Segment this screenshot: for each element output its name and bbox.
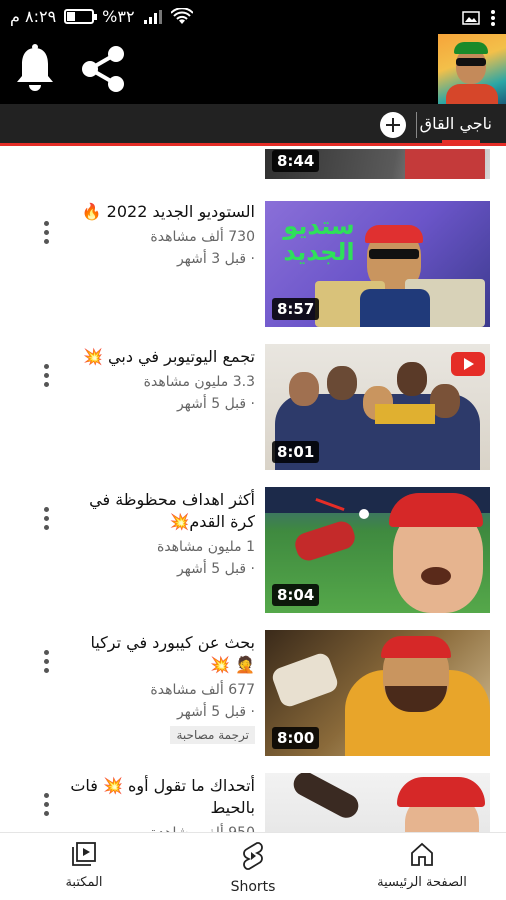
- overflow-menu-icon[interactable]: [490, 9, 496, 27]
- status-time: ٨:٢٩ م: [10, 7, 57, 26]
- signal-icon: [143, 9, 162, 24]
- video-info[interactable]: بحث عن كيبورد في تركيا 🤦 💥 677 ألف مشاهد…: [70, 632, 255, 744]
- video-views: 950 ألف مشاهدة: [70, 822, 255, 832]
- avatar-glasses: [456, 58, 486, 66]
- avatar-cap: [454, 42, 488, 54]
- video-info[interactable]: تجمع اليوتيوبر في دبي 💥 3.3 مليون مشاهدة…: [70, 346, 255, 415]
- video-item[interactable]: الستوديو الجديد 2022 🔥 730 ألف مشاهدة · …: [0, 201, 506, 331]
- video-thumbnail[interactable]: 8:04: [265, 487, 490, 613]
- video-age: · قبل 5 أشهر: [176, 704, 255, 720]
- video-duration: 8:00: [272, 727, 320, 749]
- nav-shorts[interactable]: Shorts: [193, 841, 313, 895]
- video-duration: 8:44: [272, 150, 320, 172]
- nav-library[interactable]: المكتبة: [24, 841, 144, 890]
- video-menu-icon[interactable]: [36, 219, 56, 245]
- avatar-body: [446, 84, 498, 104]
- video-views: 730 ألف مشاهدة: [150, 229, 255, 245]
- video-title[interactable]: أتحداك ما تقول أوه 💥 فات بالحيط: [70, 775, 255, 819]
- bottom-navigation: المكتبة Shorts الصفحة الرئيسية: [0, 832, 506, 900]
- video-list[interactable]: 8:44 الستوديو الجديد 2022 🔥 730 ألف مشاه…: [0, 149, 506, 832]
- channel-bar: ناجي القاق: [0, 104, 506, 146]
- thumb-glasses: [369, 249, 419, 259]
- channel-header: [0, 34, 506, 104]
- thumb-cap: [389, 493, 483, 527]
- video-duration: 8:57: [272, 298, 320, 320]
- battery-percent: %٣٢: [102, 7, 135, 26]
- nav-home-label: الصفحة الرئيسية: [377, 875, 467, 890]
- video-title[interactable]: تجمع اليوتيوبر في دبي 💥: [70, 346, 255, 368]
- thumb-face: [289, 372, 319, 406]
- subtitles-badge: ترجمة مصاحبة: [170, 726, 255, 744]
- video-age: · قبل 5 أشهر: [176, 396, 255, 412]
- video-menu-icon[interactable]: [36, 505, 56, 531]
- youtube-play-icon: [464, 358, 474, 370]
- video-thumbnail[interactable]: ستديو الجديد 8:57: [265, 201, 490, 327]
- video-duration: 8:01: [272, 441, 320, 463]
- video-menu-icon[interactable]: [36, 648, 56, 674]
- thumb-cap: [397, 777, 485, 807]
- nav-library-label: المكتبة: [65, 875, 103, 890]
- thumb-mouth: [421, 567, 451, 585]
- video-menu-icon[interactable]: [36, 791, 56, 817]
- wifi-icon: [170, 7, 193, 24]
- video-item[interactable]: تجمع اليوتيوبر في دبي 💥 3.3 مليون مشاهدة…: [0, 344, 506, 474]
- video-item[interactable]: بحث عن كيبورد في تركيا 🤦 💥 677 ألف مشاهد…: [0, 630, 506, 760]
- thumb-player: [292, 518, 358, 564]
- home-icon: [411, 842, 433, 866]
- thumb-stripes: [375, 404, 435, 424]
- thumb-shirt: [360, 289, 430, 327]
- video-views: 3.3 مليون مشاهدة: [143, 374, 255, 390]
- video-age: · قبل 5 أشهر: [176, 561, 255, 577]
- status-bar: ٨:٢٩ م %٣٢: [0, 0, 506, 34]
- thumb-person: [289, 773, 363, 823]
- bell-icon[interactable]: [14, 44, 56, 92]
- thumb-text: ستديو الجديد: [283, 212, 355, 266]
- thumb-face: [327, 366, 357, 400]
- video-views: 1 مليون مشاهدة: [156, 539, 255, 555]
- battery-fill: [67, 12, 75, 21]
- video-item[interactable]: أتحداك ما تقول أوه 💥 فات بالحيط 950 ألف …: [0, 773, 506, 832]
- video-title[interactable]: أكثر اهداف محظوظة في كرة القدم💥: [70, 489, 255, 533]
- nav-home[interactable]: الصفحة الرئيسية: [362, 841, 482, 890]
- video-menu-icon[interactable]: [36, 362, 56, 388]
- video-duration: 8:04: [272, 584, 320, 606]
- video-thumbnail[interactable]: 8:01: [265, 344, 490, 470]
- video-thumbnail[interactable]: 8:44: [265, 149, 490, 179]
- thumb-face: [397, 362, 427, 396]
- video-thumbnail[interactable]: 8:00: [265, 630, 490, 756]
- thumb-person: [405, 149, 485, 179]
- video-item[interactable]: أكثر اهداف محظوظة في كرة القدم💥 1 مليون …: [0, 487, 506, 617]
- nav-shorts-label: Shorts: [230, 879, 276, 895]
- thumb-cap: [381, 636, 451, 658]
- video-title[interactable]: الستوديو الجديد 2022 🔥: [70, 201, 255, 223]
- thumb-hand: [269, 650, 341, 710]
- video-info[interactable]: أتحداك ما تقول أوه 💥 فات بالحيط 950 ألف …: [70, 775, 255, 832]
- video-age: · قبل 3 أشهر: [176, 251, 255, 267]
- status-right: [462, 9, 496, 27]
- status-left: ٨:٢٩ م %٣٢: [10, 7, 193, 26]
- add-channel-button[interactable]: [380, 112, 406, 138]
- video-item[interactable]: 8:44: [0, 149, 506, 183]
- channel-active-indicator: [442, 140, 480, 146]
- channel-name[interactable]: ناجي القاق: [420, 114, 492, 133]
- video-title[interactable]: بحث عن كيبورد في تركيا 🤦 💥: [70, 632, 255, 676]
- video-info[interactable]: الستوديو الجديد 2022 🔥 730 ألف مشاهدة · …: [70, 201, 255, 270]
- thumb-cap: [365, 225, 423, 243]
- channel-avatar[interactable]: [438, 34, 506, 104]
- video-info[interactable]: أكثر اهداف محظوظة في كرة القدم💥 1 مليون …: [70, 489, 255, 580]
- shorts-icon: [243, 842, 263, 870]
- video-thumbnail[interactable]: [265, 773, 490, 832]
- battery-icon: [64, 9, 98, 24]
- channel-divider: [416, 112, 417, 138]
- share-icon[interactable]: [78, 44, 128, 94]
- thumb-ball: [359, 509, 369, 519]
- video-views: 677 ألف مشاهدة: [150, 682, 255, 698]
- image-notification-icon: [462, 11, 480, 25]
- library-icon: [72, 842, 96, 866]
